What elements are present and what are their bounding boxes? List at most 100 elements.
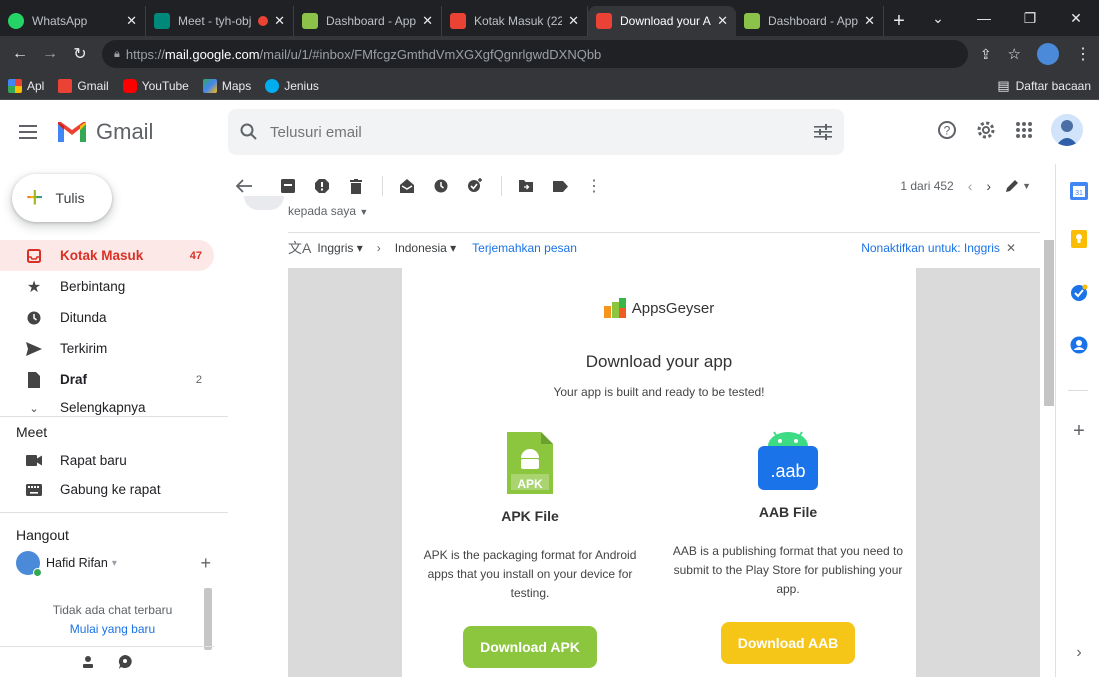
bookmarks-bar: Apl Gmail YouTube Maps Jenius ▤ Daftar b… (0, 72, 1099, 100)
contacts-addon[interactable] (1070, 336, 1088, 354)
tab-search-icon[interactable]: ⌄ (915, 10, 961, 27)
person-icon[interactable] (82, 655, 94, 669)
help-icon[interactable]: ? (937, 120, 957, 140)
chevron-down-icon: ▼ (359, 207, 369, 217)
close-tab-icon[interactable]: ✕ (126, 13, 137, 29)
bookmark-jenius[interactable]: Jenius (265, 78, 319, 93)
browser-menu-icon[interactable]: ⋮ (1075, 44, 1091, 64)
nav-sent[interactable]: Terkirim (0, 333, 214, 364)
show-side-panel-button[interactable]: › (1070, 644, 1088, 662)
settings-gear-icon[interactable] (975, 119, 997, 141)
start-new-chat-link[interactable]: Mulai yang baru (30, 620, 195, 639)
meet-new-meeting[interactable]: Rapat baru (26, 453, 127, 468)
translate-message-link[interactable]: Terjemahkan pesan (472, 241, 577, 255)
lock-icon[interactable]: 🔒︎ (114, 48, 120, 61)
appsgeyser-icon (744, 13, 760, 29)
forward-button[interactable]: → (38, 45, 62, 63)
nav-drafts[interactable]: Draf 2 (0, 364, 214, 395)
close-tab-icon[interactable]: ✕ (864, 13, 875, 29)
chevron-down-icon: ⌄ (29, 402, 39, 415)
nav-snoozed[interactable]: Ditunda (0, 302, 214, 333)
tasks-addon[interactable] (1070, 284, 1088, 302)
sidebar-scrollbar[interactable] (204, 588, 212, 650)
star-icon[interactable]: ☆ (1008, 45, 1021, 63)
more-vert-icon: ⋮ (586, 178, 602, 195)
close-tab-icon[interactable]: ✕ (568, 13, 579, 29)
account-avatar[interactable] (1051, 114, 1083, 146)
newer-button[interactable]: ‹ (968, 178, 973, 194)
browser-tab-dashboard-2[interactable]: Dashboard - AppsG ✕ (736, 6, 884, 36)
back-button[interactable]: ← (8, 45, 32, 63)
chevron-right-icon: › (376, 240, 381, 255)
reload-button[interactable]: ↻ (68, 44, 92, 64)
gmail-logo[interactable]: Gmail (56, 119, 226, 145)
browser-tab-download[interactable]: Download your App ✕ (588, 6, 736, 36)
input-tools-button[interactable]: ▼ (1005, 179, 1031, 193)
meet-join-meeting[interactable]: Gabung ke rapat (26, 482, 161, 497)
brand-header: AppsGeyser (402, 298, 916, 318)
main-menu-button[interactable] (4, 125, 52, 139)
gmail-icon (450, 13, 466, 29)
draft-icon (26, 371, 42, 388)
search-bar[interactable] (228, 109, 844, 155)
calendar-addon[interactable]: 31 (1070, 182, 1088, 200)
browser-profile-avatar[interactable] (1037, 43, 1059, 65)
download-aab-button[interactable]: Download AAB (721, 622, 855, 664)
gmail-m-icon (58, 122, 86, 142)
nav-starred[interactable]: ★ Berbintang (0, 271, 214, 302)
email-body: AppsGeyser Download your app Your app is… (288, 268, 1040, 677)
online-status-dot (33, 568, 42, 577)
calendar-icon: 31 (1070, 182, 1088, 200)
nav-inbox[interactable]: Kotak Masuk 47 (0, 240, 214, 271)
add-hangout-icon[interactable]: + (200, 553, 211, 574)
bookmark-apps[interactable]: Apl (8, 78, 44, 93)
minimize-button[interactable]: — (961, 10, 1007, 26)
keep-addon[interactable] (1070, 230, 1088, 248)
source-language-select[interactable]: Inggris ▾ (317, 241, 362, 255)
google-apps-icon[interactable] (1015, 121, 1033, 139)
download-apk-button[interactable]: Download APK (463, 626, 597, 668)
sender-avatar (244, 196, 284, 210)
email-scrollbar[interactable] (1044, 240, 1054, 406)
gmail-icon (58, 78, 73, 93)
hangout-section-title: Hangout (16, 527, 69, 543)
chat-bubble-icon[interactable] (118, 655, 132, 669)
browser-tab-dashboard[interactable]: Dashboard - AppsG ✕ (294, 6, 442, 36)
nav-more[interactable]: ⌄ Selengkapnya (0, 395, 214, 415)
pager-text: 1 dari 452 (900, 179, 954, 193)
close-tab-icon[interactable]: ✕ (717, 13, 728, 29)
close-window-button[interactable]: ✕ (1053, 10, 1099, 27)
hangout-user[interactable]: Hafid Rifan ▾ + (16, 551, 211, 577)
get-addons-button[interactable]: + (1070, 420, 1088, 442)
reading-list[interactable]: ▤ Daftar bacaan (997, 78, 1091, 94)
recipient-line[interactable]: kepada saya ▼ (288, 204, 368, 218)
tasks-icon (1071, 284, 1088, 301)
toolbar-divider (382, 176, 383, 196)
browser-tab-meet[interactable]: Meet - tyh-obj ✕ (146, 6, 294, 36)
avatar-icon (1056, 120, 1078, 146)
new-tab-button[interactable]: + (884, 6, 914, 36)
disable-translation[interactable]: Nonaktifkan untuk: Inggris ✕ (861, 241, 1016, 255)
bookmark-gmail[interactable]: Gmail (58, 78, 109, 93)
share-icon[interactable]: ⇪ (980, 46, 992, 63)
apk-description: APK is the packaging format for Android … (423, 548, 637, 600)
compose-button[interactable]: + Tulis (12, 174, 112, 222)
email-view: kepada saya ▼ 文A Inggris ▾ › Indonesia ▾… (228, 196, 1043, 677)
search-icon[interactable] (240, 123, 258, 141)
browser-tab-inbox[interactable]: Kotak Masuk (226) ✕ (442, 6, 588, 36)
close-tab-icon[interactable]: ✕ (274, 13, 285, 29)
apps-grid-icon (8, 78, 22, 93)
toolbar-divider (501, 176, 502, 196)
chevron-down-icon[interactable]: ▾ (112, 558, 117, 569)
target-language-select[interactable]: Indonesia ▾ (395, 241, 456, 255)
bookmark-maps[interactable]: Maps (202, 78, 251, 93)
close-icon[interactable]: ✕ (1006, 241, 1016, 255)
search-input[interactable] (270, 123, 814, 141)
browser-tab-whatsapp[interactable]: WhatsApp ✕ (0, 6, 146, 36)
close-tab-icon[interactable]: ✕ (422, 13, 433, 29)
restore-button[interactable]: ❐ (1007, 10, 1053, 27)
older-button[interactable]: › (986, 178, 991, 194)
address-bar[interactable]: 🔒︎ https://mail.google.com/mail/u/1/#inb… (102, 40, 968, 68)
bookmark-youtube[interactable]: YouTube (122, 78, 189, 93)
search-options-icon[interactable] (814, 124, 832, 140)
